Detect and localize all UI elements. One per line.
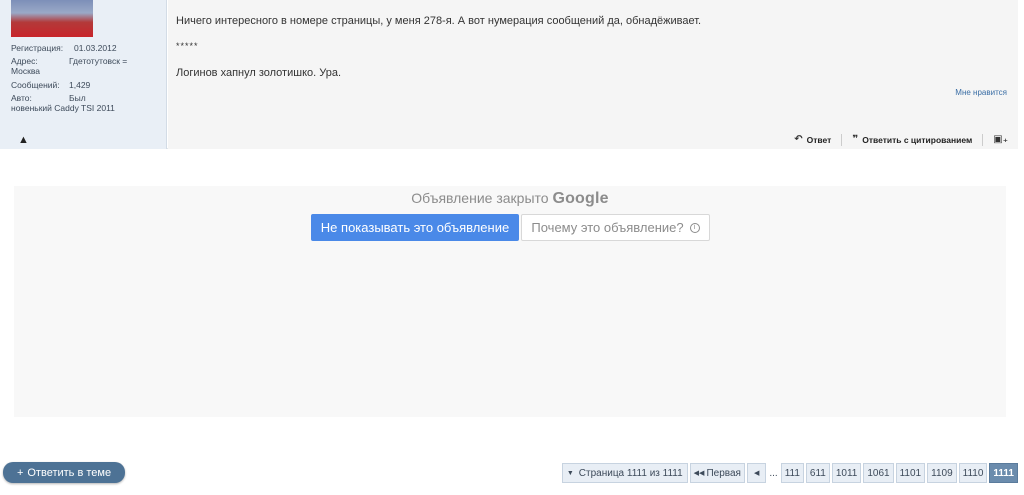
car-row-2: новенький Caddy TSI 2011 [11,103,115,113]
ad-closed-panel: Объявление закрыто Google Не показывать … [14,186,1006,417]
reply-button[interactable]: ↶ Ответ [784,134,843,146]
reg-row: Регистрация: 01.03.2012 [11,43,117,53]
address-row-2: Москва [11,66,40,76]
page-of-label: Страница 1111 из 1111 [578,467,683,479]
first-page-link[interactable]: ◀◀ Первая [689,463,745,483]
double-left-arrow-icon: ◀◀ [693,470,705,477]
pagination: ▼ Страница 1111 из 1111 ◀◀ Первая ◀ ... … [561,463,1018,483]
post-content: Ничего интересного в номере страницы, у … [168,0,1018,149]
page-link-611[interactable]: 611 [805,463,830,483]
post-actions: ↶ Ответ ❞ Ответить с цитированием ▣₊ [784,133,1018,147]
why-ad-button[interactable]: Почему это объявление? i [521,214,710,241]
multi-quote-button[interactable]: ▣₊ [983,134,1018,146]
page-link-111[interactable]: 111 [780,463,804,483]
ad-closed-text: Объявление закрыто [411,190,549,206]
first-page-label: Первая [706,467,741,479]
page-link-1011[interactable]: 1011 [831,463,862,483]
posts-row: Сообщений: 1,429 [11,80,90,90]
quote-reply-label: Ответить с цитированием [862,135,973,145]
posts-value: 1,429 [69,80,91,90]
info-icon: i [689,222,700,233]
address-value-2: Москва [11,66,41,76]
quote-reply-button[interactable]: ❞ Ответить с цитированием [842,134,984,146]
post-text-line3: Логинов хапнул золотишко. Ура. [176,67,342,79]
page-link-1101[interactable]: 1101 [895,463,926,483]
ad-closed-title: Объявление закрыто Google [14,190,1006,208]
car-value: Был [69,93,86,103]
reply-arrow-icon: ↶ [794,134,803,145]
like-link[interactable]: Мне нравится [955,88,1007,97]
prev-page-link[interactable]: ◀ [746,463,767,483]
pagination-ellipsis: ... [769,467,778,479]
address-label: Адрес: [11,56,38,66]
reply-thread-label: Ответить в теме [27,466,112,479]
post-text-line2: ***** [176,41,199,51]
reply-thread-button[interactable]: + Ответить в теме [3,462,125,483]
report-warning-icon[interactable]: ▲ [18,134,29,146]
page-link-1109[interactable]: 1109 [927,463,957,483]
reply-label: Ответ [806,135,832,145]
post-text-line1: Ничего интересного в номере страницы, у … [176,15,702,27]
page-link-1110[interactable]: 1110 [958,463,988,483]
user-info-panel: Регистрация: 01.03.2012 Адрес: Гдетотуто… [0,0,167,149]
current-page: 1111 [989,463,1018,483]
reg-label: Регистрация: [11,43,64,53]
why-ad-label: Почему это объявление? [531,220,684,235]
forum-post: Регистрация: 01.03.2012 Адрес: Гдетотуто… [0,0,1018,149]
left-arrow-icon: ◀ [753,470,760,477]
caret-down-icon: ▼ [566,469,574,477]
address-row: Адрес: Гдетотутовск = [11,56,127,66]
address-value: Гдетотутовск = [69,56,128,66]
posts-label: Сообщений: [11,80,60,90]
quote-icon: ❞ [852,134,859,145]
reg-value: 01.03.2012 [74,43,117,53]
avatar[interactable] [11,0,93,37]
google-logo: Google [552,190,609,207]
car-row: Авто: Был [11,93,86,103]
page-link-1061[interactable]: 1061 [863,463,894,483]
hide-ad-button[interactable]: Не показывать это объявление [311,214,519,241]
car-label: Авто: [11,93,32,103]
multi-quote-icon: ▣₊ [993,134,1008,145]
page-jump-dropdown[interactable]: ▼ Страница 1111 из 1111 [561,463,688,483]
car-value-2: новенький Caddy TSI 2011 [11,103,115,113]
plus-icon: + [16,466,24,479]
